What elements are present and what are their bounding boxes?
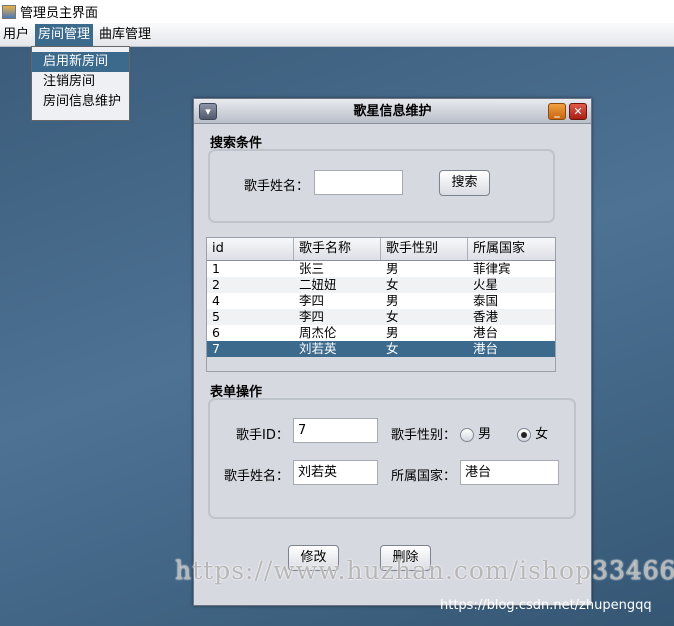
window-title: 管理员主界面 [20, 6, 99, 21]
table-cell: 1 [212, 261, 220, 276]
dialog-title: 歌星信息维护 [353, 104, 432, 119]
form-group [208, 398, 576, 519]
male-label: 男 [478, 427, 492, 442]
table-cell: 张三 [299, 261, 325, 276]
csdn-watermark: https://blog.csdn.net/zhupengqq [440, 598, 652, 613]
radio-female-circle[interactable] [517, 427, 531, 442]
table-row[interactable]: 2 二妞妞 女 火星 [207, 277, 555, 293]
table-row[interactable]: 5 李四 女 香港 [207, 309, 555, 325]
singer-info-dialog: ▾ 歌星信息维护 _ ✕ 搜索条件 歌手姓名： 搜索 id 歌手名称 歌手性别 … [193, 98, 592, 606]
window-titlebar: 管理员主界面 [0, 0, 674, 23]
column-header-name[interactable]: 歌手名称 [294, 238, 381, 260]
gender-female-radio[interactable]: 女 [517, 423, 548, 442]
table-cell: 菲律宾 [473, 261, 511, 276]
country-label: 所属国家： [391, 469, 457, 484]
table-cell: 女 [386, 277, 399, 292]
menu-item-enable-room[interactable]: 启用新房间 [32, 52, 129, 72]
female-label: 女 [535, 427, 549, 442]
table-cell: 女 [386, 341, 399, 356]
table-cell: 6 [212, 325, 220, 340]
room-menu-dropdown: 启用新房间 注销房间 房间信息维护 [31, 46, 130, 121]
search-name-label: 歌手姓名： [244, 179, 310, 194]
table-header: id 歌手名称 歌手性别 所属国家 [207, 238, 555, 261]
table-cell: 泰国 [473, 293, 499, 308]
menu-item-cancel-room[interactable]: 注销房间 [32, 72, 129, 92]
singer-table: id 歌手名称 歌手性别 所属国家 1 张三男菲律宾 2 二妞妞女火星 4 李四男泰国 5 李… [206, 237, 556, 372]
singer-name-label: 歌手姓名： [224, 469, 290, 484]
table-cell: 4 [212, 293, 220, 308]
java-app-icon [2, 4, 16, 19]
table-cell: 李四 [299, 309, 325, 324]
table-cell: 港台 [473, 325, 499, 340]
table-cell: 周杰伦 [299, 325, 337, 340]
menu-room-management[interactable]: 房间管理 [35, 23, 94, 46]
huzhan-watermark: https://www.huzhan.com/ishop33466 [175, 556, 674, 585]
table-cell: 香港 [473, 309, 499, 324]
search-name-input[interactable] [314, 170, 403, 195]
dialog-titlebar[interactable]: ▾ 歌星信息维护 _ ✕ [194, 99, 591, 124]
singer-id-input[interactable]: 7 [293, 418, 378, 443]
table-row[interactable]: 4 李四 男 泰国 [207, 293, 555, 309]
table-cell: 港台 [473, 341, 499, 356]
table-cell: 李四 [299, 293, 325, 308]
column-header-id[interactable]: id [207, 238, 294, 260]
minimize-icon[interactable]: _ [548, 103, 566, 120]
table-cell: 男 [386, 261, 399, 276]
table-body: 1 张三男菲律宾 2 二妞妞女火星 4 李四男泰国 5 李四女香港 6 周杰伦男港台 7 刘若英女港台 [207, 261, 555, 357]
table-cell: 2 [212, 277, 220, 292]
table-row[interactable]: 7 刘若英 女 港台 [207, 341, 555, 357]
menu-user[interactable]: 用户 [0, 24, 32, 46]
table-cell: 火星 [473, 277, 499, 292]
table-cell: 男 [386, 325, 399, 340]
table-row[interactable]: 6 周杰伦 男 港台 [207, 325, 555, 341]
table-cell: 女 [386, 309, 399, 324]
table-cell: 二妞妞 [299, 277, 337, 292]
singer-name-input[interactable]: 刘若英 [293, 460, 378, 485]
table-row[interactable]: 1 张三 男 菲律宾 [207, 261, 555, 277]
table-cell: 5 [212, 309, 220, 324]
table-cell: 7 [212, 341, 220, 356]
close-icon[interactable]: ✕ [569, 103, 587, 120]
gender-male-radio[interactable]: 男 [460, 423, 491, 442]
radio-male-circle[interactable] [460, 427, 474, 442]
menubar: 用户 房间管理 曲库管理 [0, 23, 674, 47]
table-cell: 男 [386, 293, 399, 308]
column-header-gender[interactable]: 歌手性别 [381, 238, 468, 260]
singer-id-label: 歌手ID： [236, 428, 289, 443]
table-cell: 刘若英 [299, 341, 337, 356]
column-header-country[interactable]: 所属国家 [468, 238, 555, 260]
menu-item-room-info[interactable]: 房间信息维护 [32, 92, 129, 112]
singer-gender-label: 歌手性别： [391, 428, 457, 443]
menu-song-library[interactable]: 曲库管理 [96, 24, 154, 46]
search-button[interactable]: 搜索 [439, 170, 490, 196]
country-input[interactable]: 港台 [460, 460, 559, 485]
